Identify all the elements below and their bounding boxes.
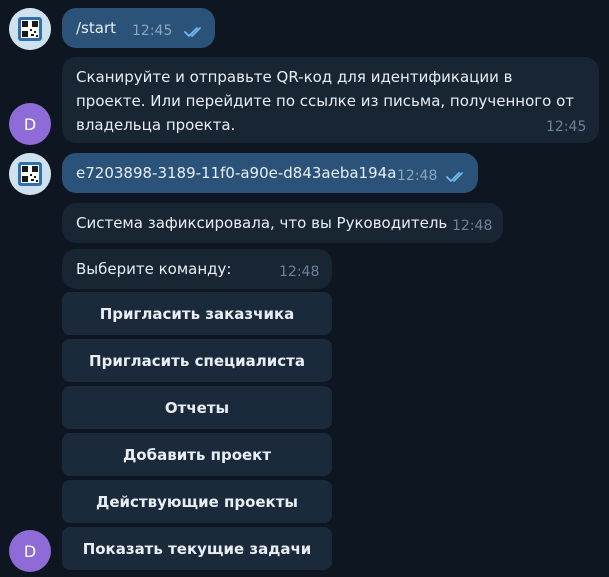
bot-avatar[interactable]: D	[9, 103, 51, 145]
message-time: 12:48	[397, 168, 438, 184]
command-button-active-projects[interactable]: Действующие проекты	[62, 480, 332, 523]
command-button-current-tasks[interactable]: Показать текущие задачи	[62, 527, 332, 570]
read-checkmarks-icon	[446, 172, 463, 182]
bot-avatar[interactable]: D	[9, 530, 51, 572]
outgoing-message[interactable]: e7203898-3189-11f0-a90e-d843aeba194a 12:…	[62, 153, 478, 193]
message-text: Выберите команду:	[76, 260, 232, 278]
command-button-add-project[interactable]: Добавить проект	[62, 433, 332, 476]
command-button-invite-specialist[interactable]: Пригласить специалиста	[62, 339, 332, 382]
incoming-message[interactable]: Сканируйте и отправьте QR-код для иденти…	[62, 57, 599, 143]
read-checkmarks-icon	[184, 27, 201, 37]
message-time: 12:48	[279, 264, 320, 280]
incoming-message[interactable]: Система зафиксировала, что вы Руководите…	[62, 203, 503, 243]
message-text: e7203898-3189-11f0-a90e-d843aeba194a	[76, 164, 397, 182]
message-time: 12:45	[546, 119, 587, 135]
bot-avatar-letter: D	[23, 114, 37, 134]
incoming-message[interactable]: Выберите команду: 12:48	[62, 249, 332, 289]
message-text: /start	[76, 19, 116, 37]
user-avatar-qr-icon[interactable]	[9, 8, 51, 50]
message-time: 12:45	[132, 23, 173, 39]
outgoing-message[interactable]: /start 12:45	[62, 8, 215, 48]
command-button-invite-client[interactable]: Пригласить заказчика	[62, 292, 332, 335]
command-button-reports[interactable]: Отчеты	[62, 386, 332, 429]
bot-avatar-letter: D	[23, 541, 37, 561]
user-avatar-qr-icon[interactable]	[9, 153, 51, 195]
message-text: Сканируйте и отправьте QR-код для иденти…	[76, 68, 574, 134]
message-time: 12:48	[452, 218, 493, 234]
message-text: Система зафиксировала, что вы Руководите…	[76, 214, 448, 232]
